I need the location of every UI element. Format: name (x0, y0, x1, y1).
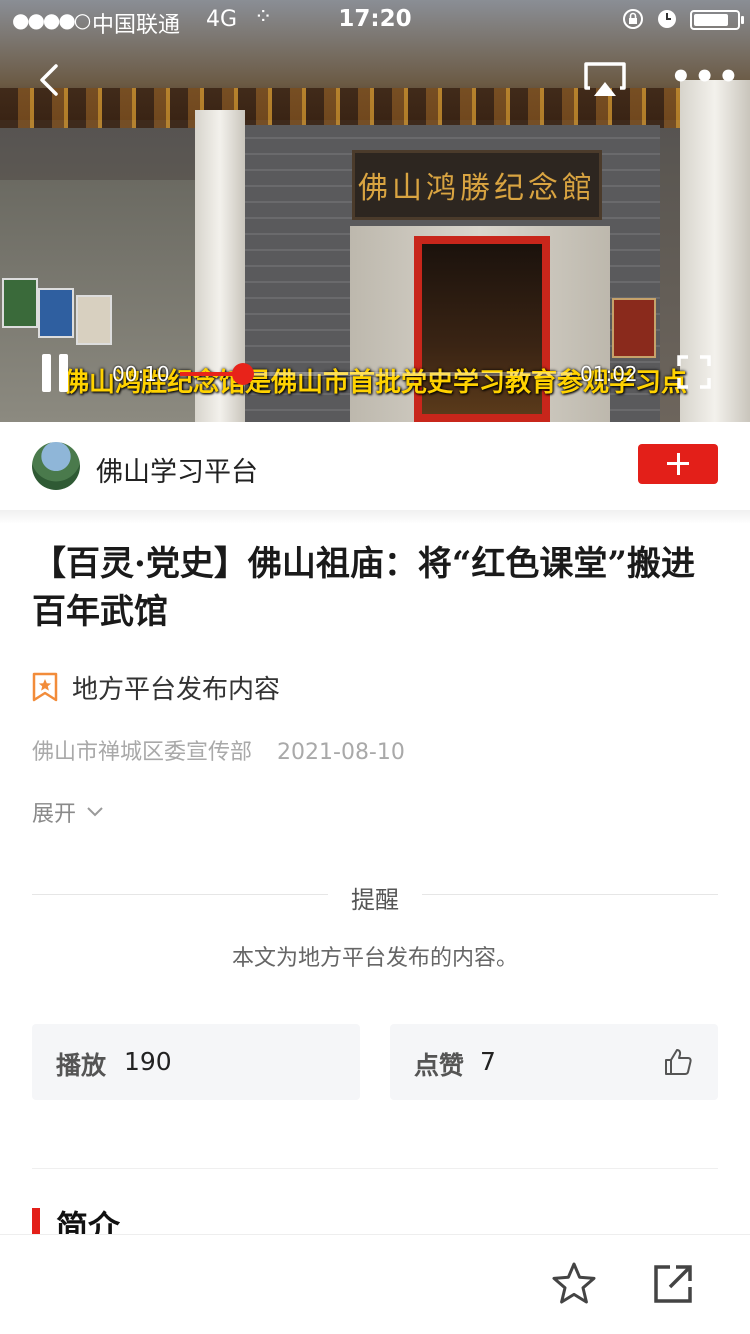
play-label: 播放 (56, 1051, 107, 1080)
video-player[interactable]: 佛山鸿勝纪念館 ●●●●○ 中国联通 4G ⁘ 17:20 ••• 佛山鸿胜纪念… (0, 0, 750, 422)
video-frame-eaves (0, 88, 750, 128)
article-meta: 佛山市禅城区委宣传部 2021-08-10 (32, 734, 405, 766)
battery-tip (741, 16, 744, 24)
expand-label: 展开 (32, 802, 77, 827)
notice-section: 提醒 本文为地方平台发布的内容。 (32, 872, 718, 972)
progress-knob[interactable] (231, 363, 254, 385)
duration: 01:02 (580, 362, 638, 386)
publisher-row[interactable]: 佛山学习平台 (0, 422, 750, 510)
bottom-action-bar (0, 1234, 750, 1334)
intro-title: 简介 (56, 1208, 121, 1234)
article-title: 【百灵·党史】佛山祖庙：将“红色课堂”搬进百年武馆 (32, 544, 695, 632)
source-tag-label: 地方平台发布内容 (72, 674, 281, 705)
video-frame-plaque: 佛山鸿勝纪念館 (352, 150, 602, 220)
thumb-up-icon[interactable] (662, 1046, 694, 1078)
progress-slider[interactable] (180, 363, 572, 385)
like-count: 7 (480, 1047, 496, 1076)
divider-line (422, 894, 718, 895)
fullscreen-icon[interactable] (676, 354, 712, 390)
bookmark-star-icon (32, 672, 58, 702)
video-frame-poster (76, 295, 112, 345)
publisher-name[interactable]: 佛山学习平台 (96, 450, 258, 489)
article-author: 佛山市禅城区委宣传部 (32, 740, 253, 765)
status-bar: ●●●●○ 中国联通 4G ⁘ 17:20 (0, 0, 750, 40)
avatar[interactable] (32, 442, 80, 490)
chevron-down-icon (87, 807, 103, 817)
play-count: 190 (124, 1047, 172, 1076)
alarm-icon (658, 10, 676, 28)
battery-icon (690, 10, 740, 30)
notice-text: 本文为地方平台发布的内容。 (231, 946, 518, 971)
back-icon[interactable] (30, 60, 70, 100)
airplay-icon[interactable] (582, 60, 628, 100)
star-icon[interactable] (550, 1261, 598, 1307)
play-count-card: 播放 190 (32, 1024, 360, 1100)
section-divider (32, 1168, 718, 1169)
like-label: 点赞 (414, 1051, 465, 1080)
publisher-shadow (0, 510, 750, 524)
section-accent-bar (32, 1208, 40, 1236)
battery-level (694, 14, 728, 26)
expand-button[interactable]: 展开 (32, 796, 104, 828)
video-frame-notice-board (612, 298, 656, 358)
pause-icon[interactable] (40, 354, 70, 392)
follow-button[interactable] (638, 444, 718, 484)
like-card[interactable]: 点赞 7 (390, 1024, 718, 1100)
share-icon[interactable] (652, 1263, 694, 1305)
source-tag: 地方平台发布内容 (32, 670, 281, 705)
article-date: 2021-08-10 (277, 740, 405, 765)
current-time: 00:10 (112, 362, 170, 386)
more-icon[interactable]: ••• (670, 60, 739, 98)
notice-title: 提醒 (351, 886, 399, 914)
video-frame-poster (38, 288, 74, 338)
video-frame-poster (2, 278, 38, 328)
orientation-lock-icon (623, 9, 643, 29)
